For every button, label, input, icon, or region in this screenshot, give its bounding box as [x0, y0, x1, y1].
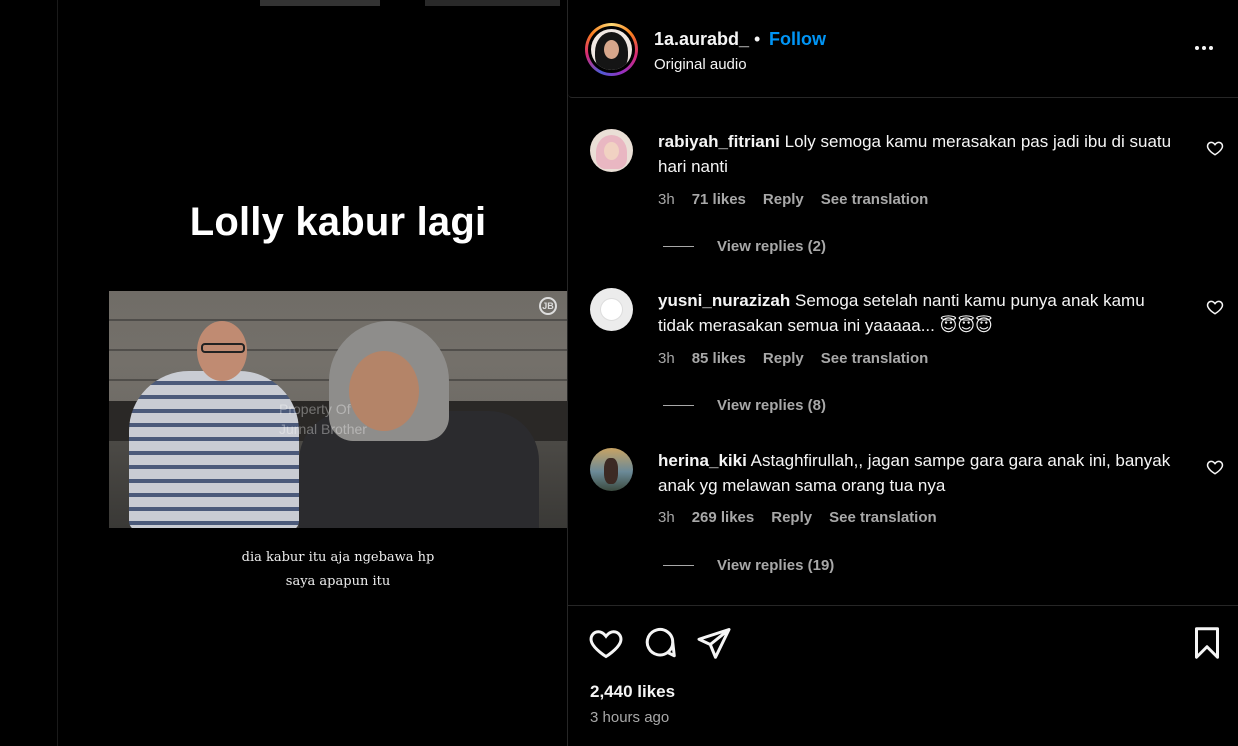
reply-button[interactable]: Reply: [771, 509, 812, 526]
comment-body: yusni_nurazizah Semoga setelah nanti kam…: [658, 288, 1178, 338]
story-ring[interactable]: [585, 23, 638, 76]
post-username[interactable]: 1a.aurabd_: [654, 29, 749, 50]
post-header: 1a.aurabd_ • Follow Original audio: [568, 0, 1238, 98]
comment-username[interactable]: yusni_nurazizah: [658, 291, 790, 310]
separator-dot: •: [754, 29, 761, 49]
comment-time[interactable]: 3h: [658, 350, 675, 367]
comment-time[interactable]: 3h: [658, 509, 675, 526]
heart-icon[interactable]: [1206, 139, 1224, 157]
view-replies-button[interactable]: View replies (2): [663, 238, 826, 255]
subtitle-line-1: dia kabur itu aja ngebawa hp: [241, 550, 435, 565]
comment-likes[interactable]: 71 likes: [692, 191, 746, 208]
likes-count[interactable]: 2,440 likes: [590, 682, 675, 702]
replies-line: [663, 246, 694, 247]
comment-meta: 3h 85 likes Reply See translation: [658, 350, 945, 367]
subtitle-line-2: saya apapun itu: [285, 574, 391, 589]
comment-likes[interactable]: 85 likes: [692, 350, 746, 367]
comment-item: herina_kiki Astaghfirullah,, jagan sampe…: [568, 448, 1238, 608]
see-translation-button[interactable]: See translation: [821, 191, 929, 208]
bookmark-icon[interactable]: [1189, 625, 1225, 661]
divider: [57, 0, 58, 746]
video-title: Lolly kabur lagi: [189, 200, 487, 244]
view-replies-label: View replies (2): [717, 238, 826, 255]
comment-item: rabiyah_fitriani Loly semoga kamu merasa…: [568, 129, 1238, 289]
see-translation-button[interactable]: See translation: [821, 350, 929, 367]
comment-time[interactable]: 3h: [658, 191, 675, 208]
comment-meta: 3h 71 likes Reply See translation: [658, 191, 945, 208]
avatar[interactable]: [590, 288, 633, 331]
post-panel: 1a.aurabd_ • Follow Original audio rabiy…: [567, 0, 1238, 746]
send-icon[interactable]: [696, 625, 732, 661]
comment-likes[interactable]: 269 likes: [692, 509, 755, 526]
heart-icon[interactable]: [588, 625, 624, 661]
comment-username[interactable]: herina_kiki: [658, 451, 747, 470]
view-replies-button[interactable]: View replies (19): [663, 557, 834, 574]
replies-line: [663, 405, 694, 406]
watermark-line-1: Property Of: [279, 401, 351, 417]
watermark-logo: JB: [539, 297, 557, 315]
view-replies-label: View replies (8): [717, 397, 826, 414]
comment-meta: 3h 269 likes Reply See translation: [658, 509, 954, 526]
view-replies-button[interactable]: View replies (8): [663, 397, 826, 414]
video-frame[interactable]: Property Of Jurnal Brother JB: [109, 291, 567, 528]
watermark-line-2: Jurnal Brother: [279, 421, 367, 437]
audio-link[interactable]: Original audio: [654, 56, 747, 73]
see-translation-button[interactable]: See translation: [829, 509, 937, 526]
comment-item: yusni_nurazizah Semoga setelah nanti kam…: [568, 288, 1238, 448]
reply-button[interactable]: Reply: [763, 191, 804, 208]
more-horizontal-icon[interactable]: [1188, 36, 1220, 60]
view-replies-label: View replies (19): [717, 557, 835, 574]
comment-icon[interactable]: [642, 625, 678, 661]
avatar[interactable]: [590, 129, 633, 172]
comment-username[interactable]: rabiyah_fitriani: [658, 132, 780, 151]
follow-button[interactable]: Follow: [769, 29, 826, 50]
video-scene-glasses: [201, 343, 245, 353]
post-actions: 2,440 likes 3 hours ago: [568, 605, 1238, 746]
comment-body: rabiyah_fitriani Loly semoga kamu merasa…: [658, 129, 1178, 179]
heart-icon[interactable]: [1206, 458, 1224, 476]
avatar[interactable]: [591, 29, 632, 70]
reply-button[interactable]: Reply: [763, 350, 804, 367]
heart-icon[interactable]: [1206, 298, 1224, 316]
replies-line: [663, 565, 694, 566]
comments-list: rabiyah_fitriani Loly semoga kamu merasa…: [568, 98, 1238, 605]
video-scene-man: [129, 371, 299, 528]
video-watermark: Property Of Jurnal Brother: [279, 399, 367, 439]
reel-video[interactable]: Lolly kabur lagi Property Of Jurnal Brot…: [109, 0, 567, 746]
post-timestamp[interactable]: 3 hours ago: [590, 709, 669, 726]
video-subtitle: dia kabur itu aja ngebawa hp saya apapun…: [109, 546, 567, 594]
comment-body: herina_kiki Astaghfirullah,, jagan sampe…: [658, 448, 1178, 498]
avatar[interactable]: [590, 448, 633, 491]
